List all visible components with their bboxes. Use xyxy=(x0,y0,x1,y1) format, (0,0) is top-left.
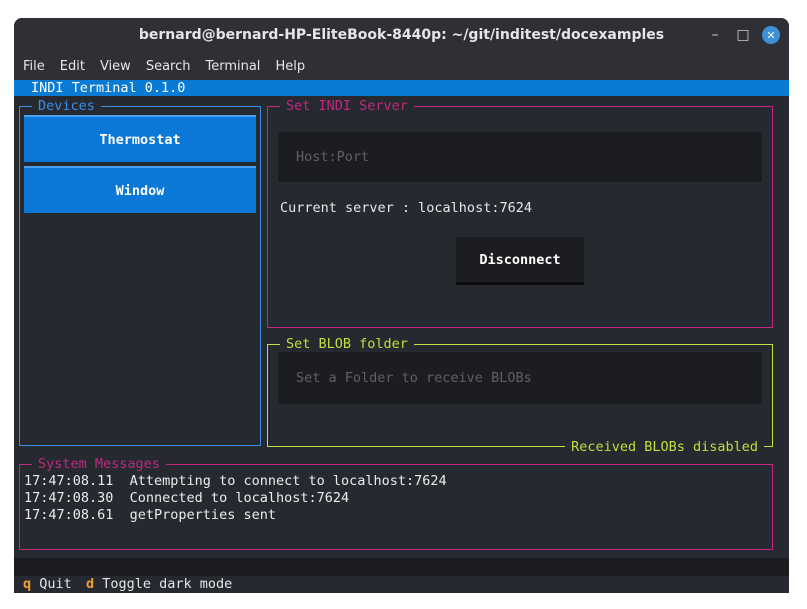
status-strip xyxy=(14,558,789,576)
maximize-button[interactable]: □ xyxy=(734,26,752,44)
host-port-input[interactable]: Host:Port xyxy=(278,132,762,182)
message-line: 17:47:08.61 getProperties sent xyxy=(24,507,276,523)
minimize-button[interactable]: – xyxy=(706,26,724,44)
menu-search[interactable]: Search xyxy=(146,59,191,74)
menu-terminal[interactable]: Terminal xyxy=(205,59,260,74)
app-title: INDI Terminal 0.1.0 xyxy=(31,80,186,96)
server-legend: Set INDI Server xyxy=(280,97,414,115)
menu-file[interactable]: File xyxy=(23,59,45,74)
footer-bar: q Quit d Toggle dark mode xyxy=(14,576,789,593)
blob-panel: Set BLOB folder Set a Folder to receive … xyxy=(267,335,773,456)
terminal-area: INDI Terminal 0.1.0 Devices Thermostat W… xyxy=(14,80,789,593)
system-messages-panel: System Messages 17:47:08.11 Attempting t… xyxy=(19,455,773,550)
menu-edit[interactable]: Edit xyxy=(60,59,85,74)
server-panel: Set INDI Server Host:Port Current server… xyxy=(267,97,773,328)
message-line: 17:47:08.11 Attempting to connect to loc… xyxy=(24,473,447,489)
dark-mode-key[interactable]: d xyxy=(86,576,94,592)
current-server-label: Current server : localhost:7624 xyxy=(280,200,532,216)
quit-key[interactable]: q xyxy=(23,576,31,592)
devices-panel: Devices Thermostat Window xyxy=(19,97,261,446)
terminal-window: bernard@bernard-HP-EliteBook-8440p: ~/gi… xyxy=(14,18,789,593)
window-title: bernard@bernard-HP-EliteBook-8440p: ~/gi… xyxy=(138,27,665,43)
disconnect-button[interactable]: Disconnect xyxy=(456,237,584,285)
message-line: 17:47:08.30 Connected to localhost:7624 xyxy=(24,490,350,506)
title-bar: bernard@bernard-HP-EliteBook-8440p: ~/gi… xyxy=(14,18,789,52)
menu-help[interactable]: Help xyxy=(275,59,305,74)
close-button[interactable]: ✕ xyxy=(762,26,780,44)
devices-legend: Devices xyxy=(32,97,101,115)
system-messages-legend: System Messages xyxy=(32,455,166,473)
blob-folder-input[interactable]: Set a Folder to receive BLOBs xyxy=(278,352,762,404)
device-button-thermostat[interactable]: Thermostat xyxy=(24,115,256,162)
menu-view[interactable]: View xyxy=(100,59,131,74)
blob-status: Received BLOBs disabled xyxy=(565,438,764,456)
device-button-window[interactable]: Window xyxy=(24,166,256,213)
blob-legend: Set BLOB folder xyxy=(280,335,414,353)
menu-bar: File Edit View Search Terminal Help xyxy=(14,52,789,80)
quit-label[interactable]: Quit xyxy=(39,576,72,592)
app-header: INDI Terminal 0.1.0 xyxy=(14,80,789,96)
dark-mode-label[interactable]: Toggle dark mode xyxy=(102,576,232,592)
